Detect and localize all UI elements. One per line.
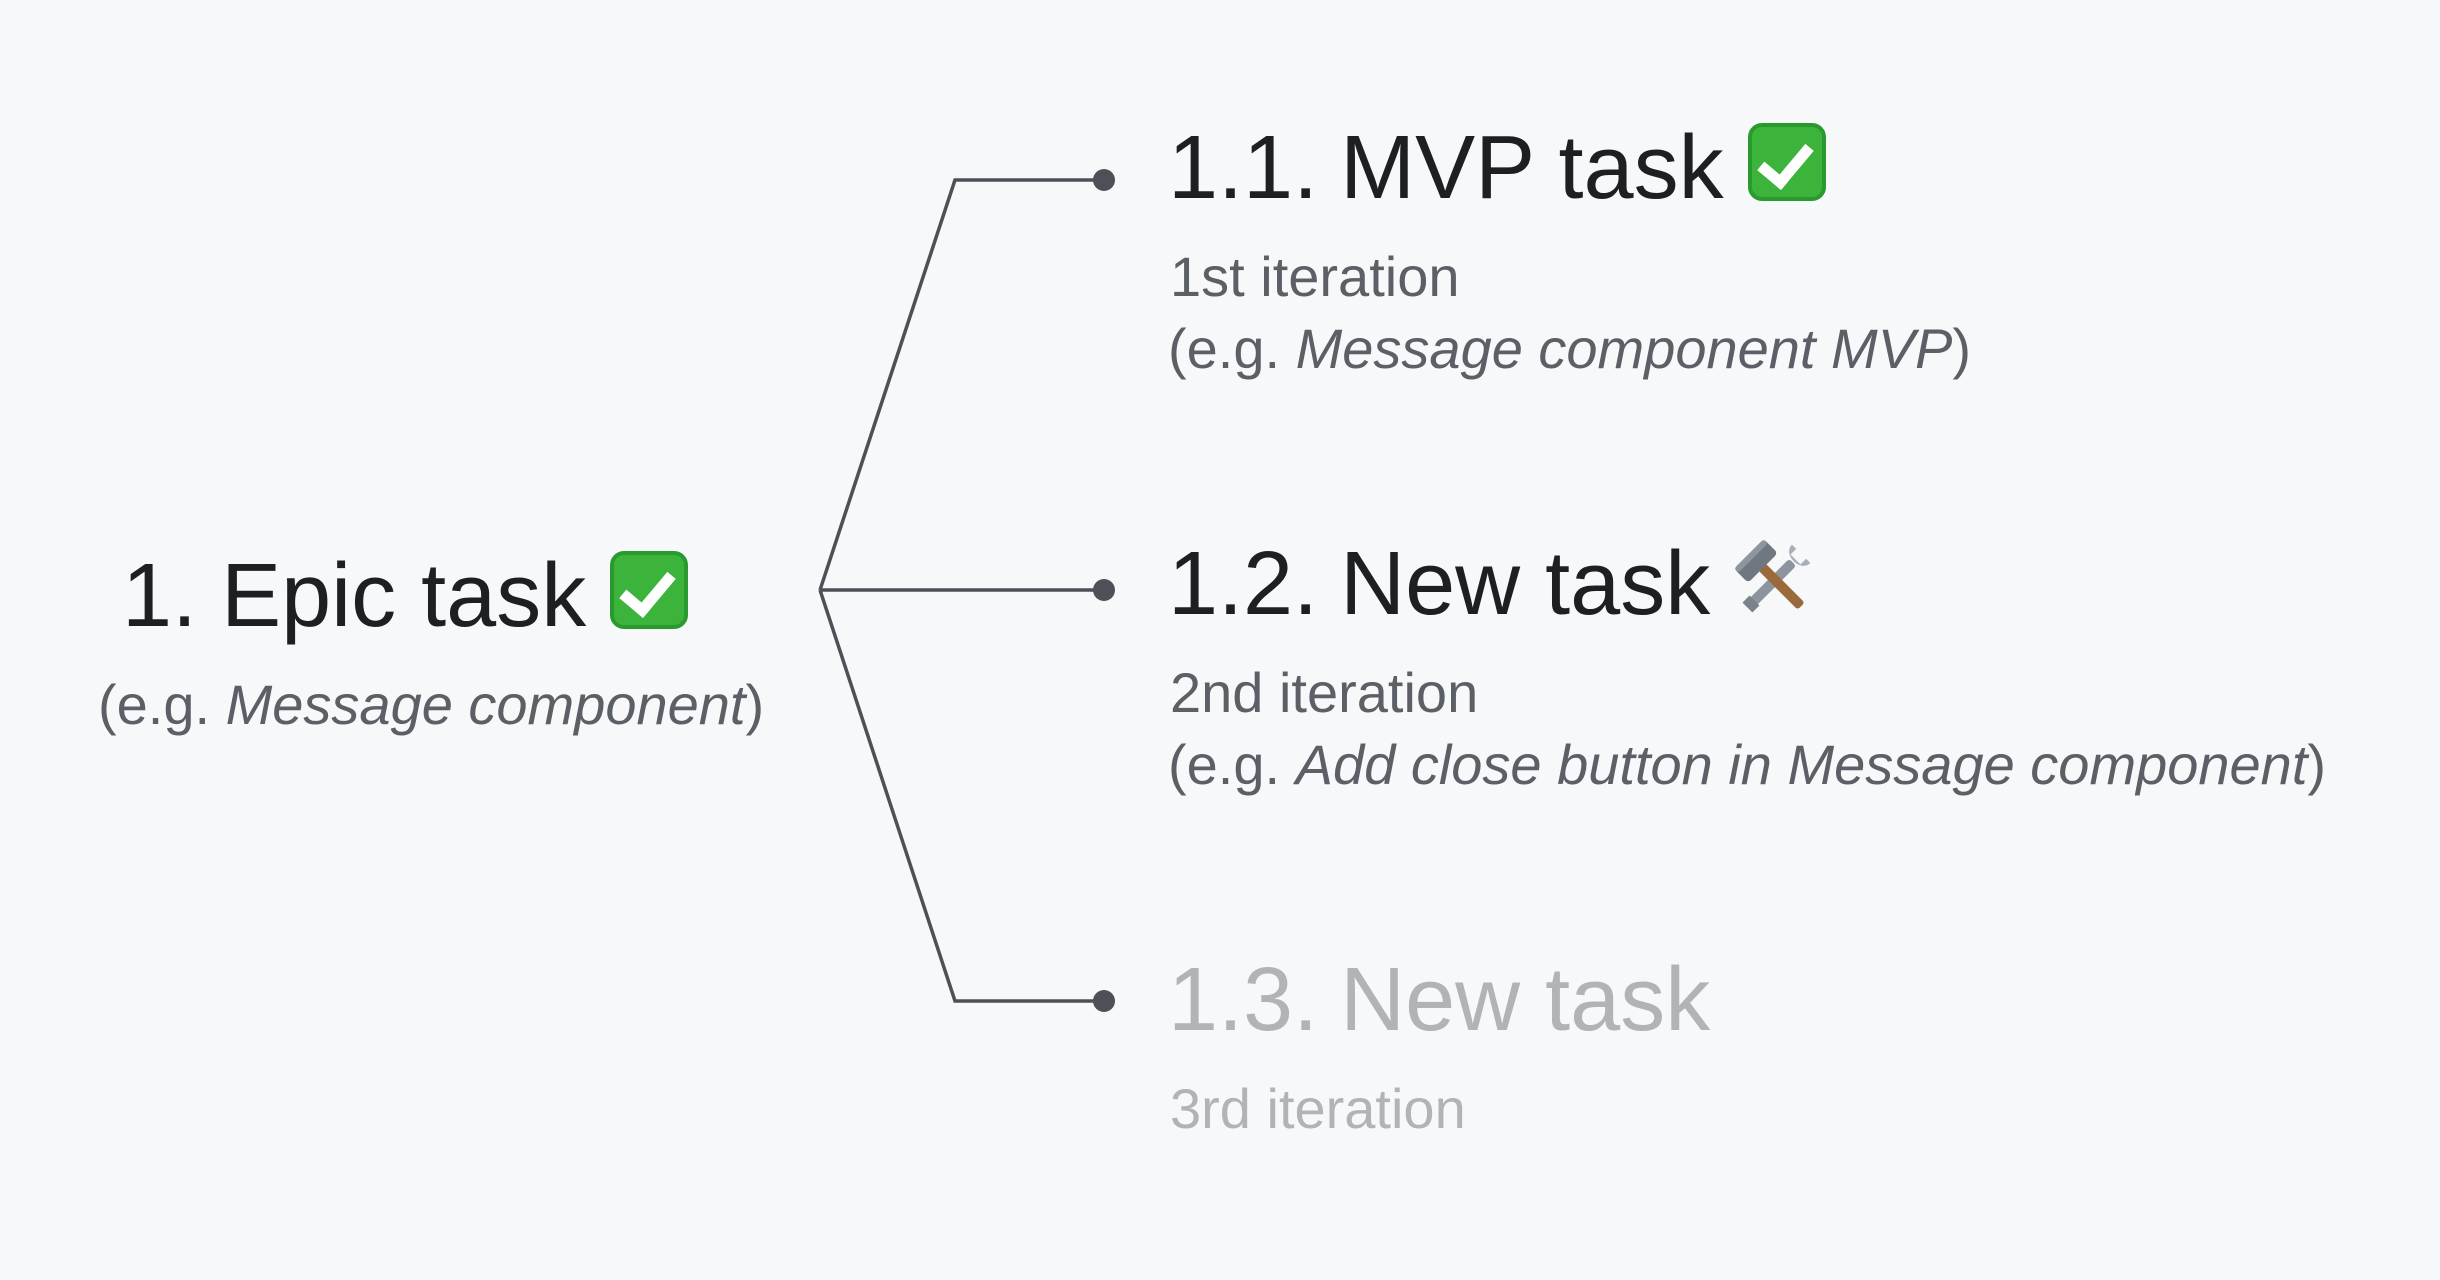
example-prefix: (e.g. [1168,733,1296,796]
check-mark-button-icon [610,551,689,630]
branch-line-mvp-task [818,178,1104,591]
epic-task-title: 1. Epic task [122,540,689,647]
example-prefix: (e.g. [1168,317,1296,380]
mvp-task-name: MVP task [1340,118,1724,219]
mvp-task-number: 1.1. [1168,118,1319,219]
example-suffix: ) [745,673,765,736]
epic-task-number: 1. [122,546,198,647]
epic-task-name: Epic task [221,546,587,647]
example-suffix: ) [1952,317,1972,380]
mvp-task-title: 1.1. MVP task [1168,112,1826,218]
branch-dot-new-task-3 [1093,990,1115,1012]
new-task-3-iteration: 3rd iteration [1170,1077,1466,1140]
mvp-task-iteration: 1st iteration [1170,245,1460,308]
branch-dot-mvp-task [1093,169,1115,191]
hammer-and-wrench-icon [1732,537,1818,623]
check-mark-button-icon [1747,123,1826,202]
example-prefix: (e.g. [98,673,226,736]
example-text: Add close button in Message component [1295,733,2308,796]
new-task-3-name: New task [1340,950,1711,1051]
mvp-task-example: (e.g. Message component MVP) [1168,314,1971,384]
new-task-3-number: 1.3. [1168,950,1319,1051]
new-task-2-number: 1.2. [1168,534,1319,635]
example-text: Message component [225,673,746,736]
new-task-2-example: (e.g. Add close button in Message compon… [1168,730,2326,800]
new-task-2-title: 1.2. New task [1168,528,1818,634]
branch-line-new-task-3 [818,589,1104,1003]
new-task-2-name: New task [1340,534,1711,635]
example-text: Message component MVP [1295,317,1953,380]
new-task-3-title: 1.3. New task [1168,944,1710,1050]
epic-task-example: (e.g. Message component) [98,670,764,740]
branch-dot-new-task-2 [1093,579,1115,601]
new-task-2-iteration: 2nd iteration [1170,661,1479,724]
example-suffix: ) [2307,733,2327,796]
